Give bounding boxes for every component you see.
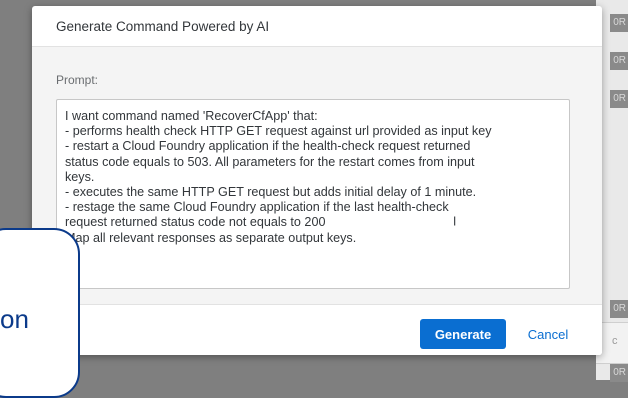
prompt-label: Prompt: bbox=[56, 73, 99, 87]
prompt-line: - restage the same Cloud Foundry applica… bbox=[65, 200, 449, 215]
dialog-footer: Generate Cancel bbox=[32, 304, 602, 355]
callout-text: on bbox=[0, 304, 29, 334]
prompt-line: status code equals to 503. All parameter… bbox=[65, 154, 475, 169]
background-tab: 0R bbox=[610, 52, 628, 70]
prompt-line: Map all relevant responses as separate o… bbox=[65, 230, 357, 245]
generate-command-dialog: Generate Command Powered by AI Prompt: I… bbox=[32, 6, 602, 355]
background-tab: 0R bbox=[610, 300, 628, 318]
prompt-line: - restart a Cloud Foundry application if… bbox=[65, 139, 471, 154]
prompt-line: - performs health check HTTP GET request… bbox=[65, 124, 492, 139]
dialog-title: Generate Command Powered by AI bbox=[56, 18, 270, 34]
generate-button[interactable]: Generate bbox=[420, 319, 506, 349]
prompt-line: keys. bbox=[65, 169, 95, 184]
prompt-line: request returned status code not equals … bbox=[65, 215, 326, 230]
prompt-textarea[interactable]: I want command named 'RecoverCfApp' that… bbox=[56, 99, 570, 289]
dialog-body: Prompt: I want command named 'RecoverCfA… bbox=[32, 47, 602, 305]
background-tab: 0R bbox=[610, 14, 628, 32]
prompt-line: I want command named 'RecoverCfApp' that… bbox=[65, 109, 318, 123]
cancel-button[interactable]: Cancel bbox=[516, 319, 580, 349]
background-tab: 0R bbox=[610, 90, 628, 108]
background-tab: 0R bbox=[610, 364, 628, 382]
text-cursor-icon: I bbox=[453, 213, 457, 229]
dialog-header: Generate Command Powered by AI bbox=[32, 6, 602, 47]
prompt-line: - executes the same HTTP GET request but… bbox=[65, 185, 477, 200]
background-footer-icon: c bbox=[612, 335, 618, 347]
